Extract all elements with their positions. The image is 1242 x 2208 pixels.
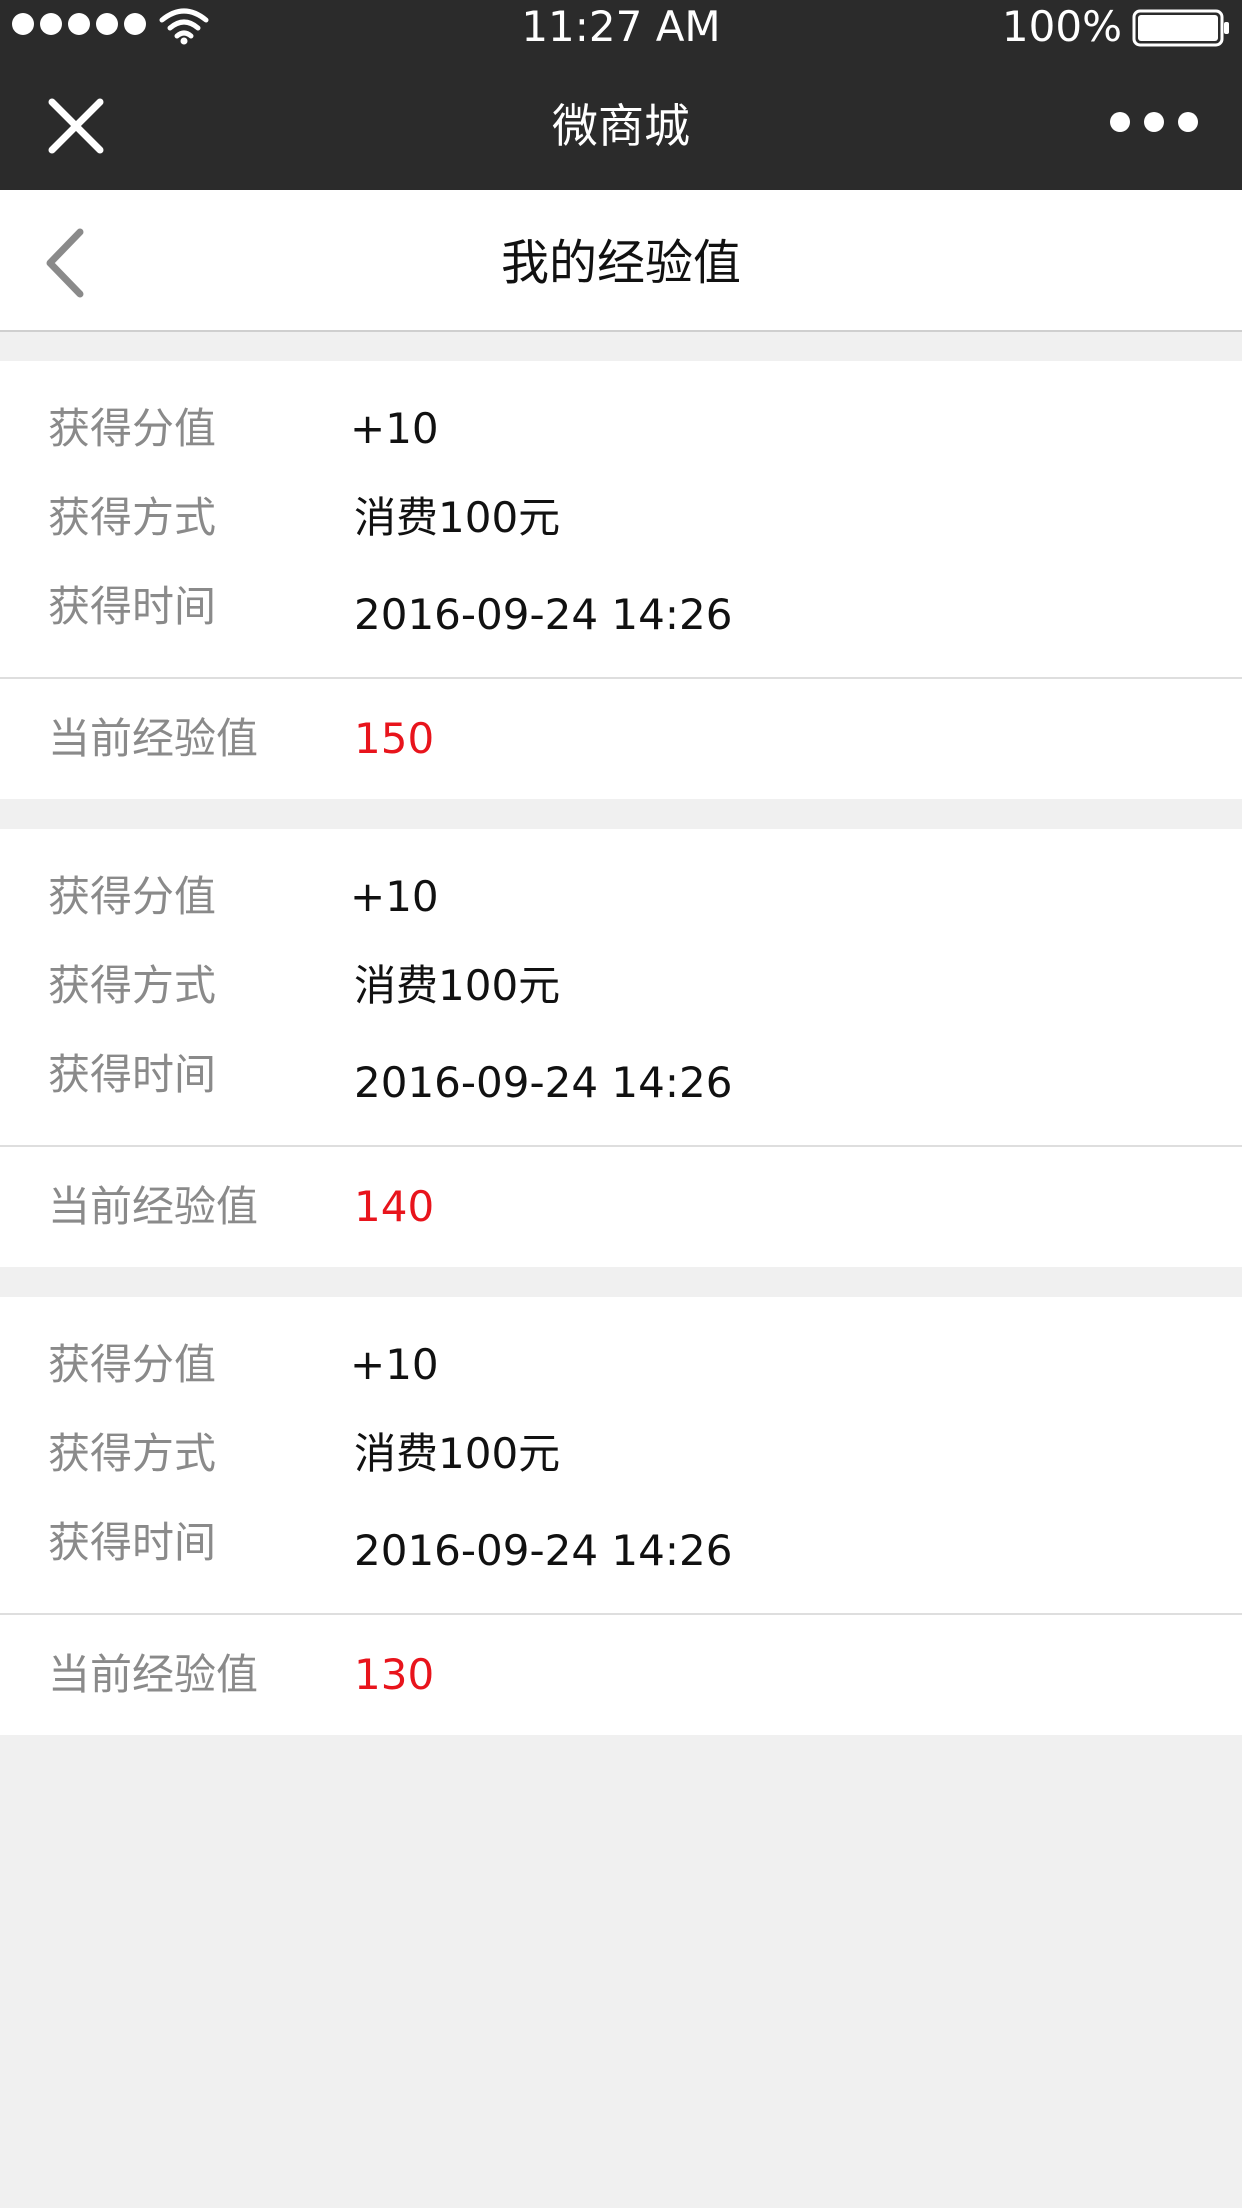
points-value: +10 — [350, 1340, 439, 1389]
points-value: +10 — [350, 404, 439, 453]
time-row: 获得时间 2016-09-24 14:26 — [0, 577, 1242, 639]
method-value: 消费100元 — [354, 961, 561, 1010]
method-row: 获得方式 消费100元 — [0, 1424, 1242, 1484]
method-row: 获得方式 消费100元 — [0, 488, 1242, 548]
experience-record: 获得分值 +10 获得方式 消费100元 获得时间 2016-09-24 14:… — [0, 829, 1242, 1267]
divider — [0, 1613, 1242, 1615]
battery-percentage: 100% — [1001, 2, 1122, 51]
current-experience-label: 当前经验值 — [48, 714, 259, 763]
method-label: 获得方式 — [48, 493, 217, 542]
more-icon[interactable] — [1096, 112, 1198, 132]
battery-icon — [1132, 9, 1229, 47]
current-experience-row: 当前经验值 140 — [0, 1177, 1242, 1237]
points-row: 获得分值 +10 — [0, 1335, 1242, 1395]
time-value: 2016-09-24 14:26 — [354, 1058, 733, 1107]
points-label: 获得分值 — [48, 404, 217, 453]
status-bar: 11:27 AM 100% — [0, 0, 1242, 54]
time-label: 获得时间 — [48, 582, 217, 631]
method-label: 获得方式 — [48, 961, 217, 1010]
time-value: 2016-09-24 14:26 — [354, 1526, 733, 1575]
nav-bar: 微商城 — [0, 54, 1242, 190]
divider — [0, 677, 1242, 679]
time-label: 获得时间 — [48, 1050, 217, 1099]
current-experience-row: 当前经验值 150 — [0, 709, 1242, 769]
current-experience-value: 150 — [354, 714, 435, 763]
method-label: 获得方式 — [48, 1429, 217, 1478]
current-experience-label: 当前经验值 — [48, 1182, 259, 1231]
points-label: 获得分值 — [48, 1340, 217, 1389]
experience-record: 获得分值 +10 获得方式 消费100元 获得时间 2016-09-24 14:… — [0, 1297, 1242, 1735]
page-header: 我的经验值 — [0, 190, 1242, 332]
page-title: 我的经验值 — [500, 235, 741, 291]
experience-record: 获得分值 +10 获得方式 消费100元 获得时间 2016-09-24 14:… — [0, 361, 1242, 799]
current-experience-row: 当前经验值 130 — [0, 1645, 1242, 1705]
time-row: 获得时间 2016-09-24 14:26 — [0, 1045, 1242, 1107]
current-experience-value: 130 — [354, 1650, 435, 1699]
time-value: 2016-09-24 14:26 — [354, 590, 733, 639]
points-value: +10 — [350, 872, 439, 921]
method-row: 获得方式 消费100元 — [0, 956, 1242, 1016]
time-label: 获得时间 — [48, 1518, 217, 1567]
current-experience-value: 140 — [354, 1182, 435, 1231]
nav-title: 微商城 — [552, 99, 690, 153]
time-row: 获得时间 2016-09-24 14:26 — [0, 1513, 1242, 1575]
points-row: 获得分值 +10 — [0, 399, 1242, 459]
method-value: 消费100元 — [354, 1429, 561, 1478]
points-label: 获得分值 — [48, 872, 217, 921]
experience-record-list: 获得分值 +10 获得方式 消费100元 获得时间 2016-09-24 14:… — [0, 361, 1242, 1765]
current-experience-label: 当前经验值 — [48, 1650, 259, 1699]
method-value: 消费100元 — [354, 493, 561, 542]
divider — [0, 1145, 1242, 1147]
points-row: 获得分值 +10 — [0, 867, 1242, 927]
